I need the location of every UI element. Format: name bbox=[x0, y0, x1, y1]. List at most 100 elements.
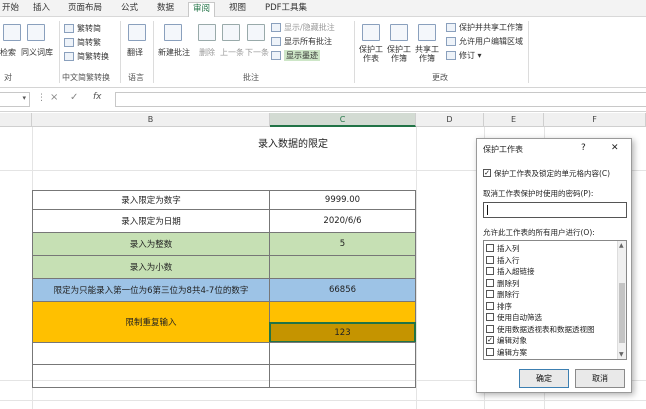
row-value-date[interactable]: 2020/6/6 bbox=[269, 209, 416, 233]
formula-input[interactable] bbox=[115, 92, 646, 107]
empty-cell[interactable] bbox=[32, 342, 270, 365]
row-value-integer[interactable]: 5 bbox=[269, 232, 416, 256]
tab-insert[interactable]: 插入 bbox=[33, 2, 50, 17]
row-value-no-duplicates[interactable]: 123 bbox=[269, 322, 416, 343]
protect-checkbox[interactable]: ✓ bbox=[483, 169, 491, 177]
new-comment-button[interactable]: 新建批注 bbox=[158, 47, 190, 58]
show-ink-button[interactable]: 显示墨迹 bbox=[284, 50, 320, 61]
permission-checkbox[interactable] bbox=[486, 301, 494, 310]
row-value-blank[interactable] bbox=[269, 301, 416, 323]
protect-share-icon bbox=[446, 23, 456, 32]
protect-sheet-button[interactable]: 保护工作表 bbox=[358, 45, 384, 63]
chevron-down-icon[interactable]: ▾ bbox=[22, 94, 26, 102]
column-header-c[interactable]: C bbox=[270, 113, 416, 127]
list-scrollbar[interactable]: ▲ ▼ bbox=[617, 241, 626, 359]
help-button[interactable]: ? bbox=[581, 143, 586, 153]
research-button[interactable]: 检索 bbox=[0, 47, 16, 58]
divider bbox=[153, 21, 154, 83]
permission-label: 编辑对象 bbox=[497, 336, 527, 345]
permission-checkbox[interactable]: ✓ bbox=[486, 336, 494, 344]
column-header-b[interactable]: B bbox=[32, 113, 270, 127]
row-label-no-duplicates[interactable]: 限制重复输入 bbox=[32, 301, 270, 343]
protect-workbook-icon bbox=[390, 24, 408, 41]
tab-review[interactable]: 审阅 bbox=[188, 2, 216, 17]
tab-pdf-tools[interactable]: PDF工具集 bbox=[265, 2, 307, 17]
password-input[interactable] bbox=[483, 202, 627, 218]
delete-comment-button[interactable]: 删除 bbox=[199, 47, 215, 58]
simp-to-trad-button[interactable]: 简转繁 bbox=[77, 37, 101, 48]
trad-to-simp-button[interactable]: 繁转简 bbox=[77, 23, 101, 34]
row-label-number[interactable]: 录入限定为数字 bbox=[32, 190, 270, 210]
select-all-corner[interactable] bbox=[0, 113, 32, 127]
cancel-icon[interactable]: × bbox=[50, 92, 58, 103]
translate-button[interactable]: 翻译 bbox=[127, 47, 143, 58]
tab-formulas[interactable]: 公式 bbox=[121, 2, 138, 17]
text-cursor bbox=[487, 205, 488, 215]
track-changes-button[interactable]: 修订 ▾ bbox=[459, 50, 482, 61]
show-all-comments-button[interactable]: 显示所有批注 bbox=[284, 36, 332, 47]
show-hide-comment-button[interactable]: 显示/隐藏批注 bbox=[284, 22, 335, 33]
empty-cell[interactable] bbox=[269, 364, 416, 388]
name-box[interactable]: ▾ bbox=[0, 92, 30, 107]
track-changes-icon bbox=[446, 51, 456, 60]
permission-checkbox[interactable] bbox=[486, 324, 494, 333]
close-icon[interactable]: ✕ bbox=[611, 143, 619, 153]
protect-sheet-icon bbox=[362, 24, 380, 41]
previous-comment-button[interactable]: 上一条 bbox=[220, 47, 244, 58]
permissions-list[interactable]: ▲ ▼ 插入列 插入行 插入超链接 删除列 删除行 排序 使用自动筛选 使用数据透视表和数据透… bbox=[483, 240, 627, 360]
ok-button[interactable]: 确定 bbox=[519, 369, 569, 388]
tab-home[interactable]: 开始 bbox=[2, 2, 19, 17]
delete-comment-icon bbox=[198, 24, 216, 41]
dialog-title: 保护工作表 bbox=[483, 145, 523, 154]
permission-checkbox[interactable] bbox=[486, 347, 494, 356]
tab-data[interactable]: 数据 bbox=[157, 2, 174, 17]
column-header-d[interactable]: D bbox=[416, 113, 484, 127]
simp-to-trad-icon bbox=[64, 38, 74, 47]
permission-checkbox[interactable] bbox=[486, 255, 494, 264]
previous-comment-icon bbox=[222, 24, 240, 41]
empty-cell[interactable] bbox=[32, 364, 270, 388]
allow-edit-ranges-button[interactable]: 允许用户编辑区域 bbox=[459, 36, 523, 47]
scroll-down-icon[interactable]: ▼ bbox=[619, 351, 624, 358]
password-label: 取消工作表保护时使用的密码(P): bbox=[483, 189, 594, 198]
empty-cell[interactable] bbox=[269, 342, 416, 365]
insert-function-icon[interactable]: fx bbox=[93, 92, 102, 102]
enter-icon[interactable]: ✓ bbox=[70, 92, 78, 103]
protect-share-button[interactable]: 保护并共享工作簿 bbox=[459, 22, 523, 33]
permission-label: 插入行 bbox=[497, 255, 520, 265]
row-label-integer[interactable]: 录入为整数 bbox=[32, 232, 270, 256]
permission-checkbox[interactable] bbox=[486, 267, 494, 275]
permission-checkbox[interactable] bbox=[486, 244, 494, 252]
changes-group-label: 更改 bbox=[432, 73, 448, 82]
row-label-decimal[interactable]: 录入为小数 bbox=[32, 255, 270, 279]
column-header-f[interactable]: F bbox=[544, 113, 646, 127]
scrollbar-thumb[interactable] bbox=[619, 283, 625, 343]
row-value-number[interactable]: 9999.00 bbox=[269, 190, 416, 210]
cancel-button[interactable]: 取消 bbox=[575, 369, 625, 388]
share-workbook-button[interactable]: 共享工作簿 bbox=[414, 45, 440, 63]
thesaurus-button[interactable]: 同义词库 bbox=[21, 47, 53, 58]
permission-checkbox[interactable] bbox=[486, 278, 494, 287]
permission-checkbox[interactable] bbox=[486, 313, 494, 321]
column-header-e[interactable]: E bbox=[484, 113, 544, 127]
next-comment-button[interactable]: 下一条 bbox=[245, 47, 269, 58]
ribbon-tab-bar: 开始 插入 页面布局 公式 数据 审阅 视图 PDF工具集 bbox=[0, 0, 646, 17]
new-comment-icon bbox=[164, 24, 182, 41]
row-label-pattern[interactable]: 限定为只能录入第一位为6第三位为8共4-7位的数字 bbox=[32, 278, 270, 302]
scroll-up-icon[interactable]: ▲ bbox=[619, 242, 624, 249]
proofing-group-label: 对 bbox=[4, 73, 12, 82]
tab-page-layout[interactable]: 页面布局 bbox=[68, 2, 102, 17]
thesaurus-icon bbox=[27, 24, 45, 41]
conversion-button[interactable]: 简繁转换 bbox=[77, 51, 109, 62]
research-icon bbox=[3, 24, 21, 41]
protect-sheet-dialog: 保护工作表 ? ✕ ✓ 保护工作表及锁定的单元格内容(C) 取消工作表保护时使用… bbox=[476, 138, 632, 393]
row-value-decimal[interactable] bbox=[269, 255, 416, 279]
permission-label: 使用数据透视表和数据透视图 bbox=[497, 324, 595, 334]
tab-view[interactable]: 视图 bbox=[229, 2, 246, 17]
row-label-date[interactable]: 录入限定为日期 bbox=[32, 209, 270, 233]
next-comment-icon bbox=[247, 24, 265, 41]
protect-workbook-button[interactable]: 保护工作簿 bbox=[386, 45, 412, 63]
row-value-pattern[interactable]: 66856 bbox=[269, 278, 416, 302]
permission-checkbox[interactable] bbox=[486, 290, 494, 298]
share-workbook-icon bbox=[418, 24, 436, 41]
